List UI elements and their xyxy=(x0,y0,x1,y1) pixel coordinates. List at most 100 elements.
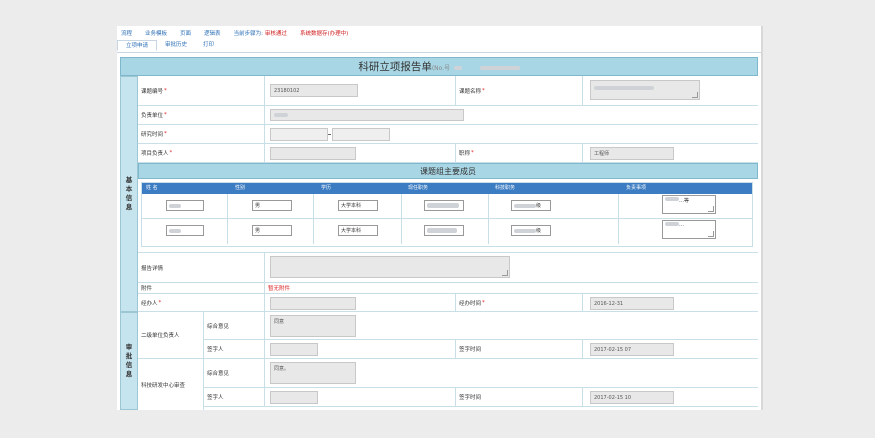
approval-group-1: 二级单位负责人 xyxy=(138,312,204,359)
unit-label: 负责单位 xyxy=(141,113,164,119)
nav-page[interactable]: 页面 xyxy=(180,29,191,37)
required-mark: * xyxy=(158,299,162,306)
member-education-input[interactable]: 大学本科 xyxy=(338,225,378,236)
project-no-label: 课题编号 xyxy=(141,88,164,95)
title-rank-input[interactable]: 工程师 xyxy=(590,147,674,160)
sign-time-2-input[interactable]: 2017-02-15 10 xyxy=(590,391,674,404)
member-task-textarea[interactable]: …等 xyxy=(662,195,716,214)
header-education: 学历 xyxy=(321,185,332,191)
leader-label: 项目负责人 xyxy=(141,151,169,157)
member-gender-input[interactable]: 男 xyxy=(252,225,292,236)
opinion-1-textarea[interactable]: 同意 xyxy=(270,315,356,337)
task-text: … xyxy=(679,222,684,228)
nav-logic-table[interactable]: 逻辑表 xyxy=(204,29,221,37)
period-end-input[interactable] xyxy=(332,128,390,141)
redacted-block xyxy=(514,203,536,208)
project-name-label: 课题名称 xyxy=(459,88,482,95)
member-education-input[interactable]: 大学本科 xyxy=(338,200,378,211)
opinion-label: 综合意见 xyxy=(207,371,230,377)
group2-label: 科技研发中心审查 xyxy=(141,382,186,389)
label-cell: 负责单位 * xyxy=(138,106,265,124)
report-detail-textarea[interactable] xyxy=(270,256,510,278)
form-title-bar: 科研立项报告单(No.号 xyxy=(120,57,758,76)
member-duty-input[interactable] xyxy=(424,225,464,236)
label-cell: 课题编号 * xyxy=(138,76,265,105)
label-cell: 签字人 xyxy=(204,340,265,358)
member-gender-input[interactable]: 男 xyxy=(252,200,292,211)
nav-current-step-label: 当前步骤为: xyxy=(233,31,263,37)
member-cell xyxy=(489,194,619,218)
redacted-block xyxy=(665,222,679,226)
approval-section-label: 审 批 信 息 xyxy=(120,312,138,410)
attachment-label: 附件 xyxy=(141,286,153,292)
row-opinion-1: 综合意见 同意 xyxy=(204,312,758,340)
label-cell: 签字时间 xyxy=(456,388,583,406)
label-cell: 综合意见 xyxy=(204,359,265,387)
sign-time-1-input[interactable]: 2017-02-15 07 xyxy=(590,343,674,356)
opinion-2-textarea[interactable]: 同意。 xyxy=(270,362,356,384)
redacted-block xyxy=(453,66,462,70)
handle-time-label: 经办时间 xyxy=(459,300,482,307)
page-scrollbar[interactable] xyxy=(761,26,763,410)
unit-input[interactable] xyxy=(270,109,464,121)
signer-label: 签字人 xyxy=(207,395,224,401)
section-char: 信 xyxy=(125,361,133,369)
nav-template[interactable]: 业务模板 xyxy=(145,29,167,37)
row-report-detail: 报告详情 xyxy=(138,253,758,283)
form-title: 科研立项报告单 xyxy=(358,61,432,73)
label-cell: 签字时间 xyxy=(456,340,583,358)
signer-1-input[interactable] xyxy=(270,343,318,356)
redacted-block xyxy=(479,66,520,70)
section-char: 息 xyxy=(125,370,133,378)
tab-bar: 立项申请 审批历史 打印 xyxy=(117,40,222,51)
tab-apply[interactable]: 立项申请 xyxy=(117,40,158,51)
attachment-value: 暂无附件 xyxy=(268,286,291,292)
required-mark: * xyxy=(471,150,474,156)
period-label: 研究时间 xyxy=(141,132,164,138)
tab-history[interactable]: 审批历史 xyxy=(157,40,195,51)
member-name-input[interactable] xyxy=(166,225,204,236)
member-duty-input[interactable] xyxy=(424,200,464,211)
group1-label: 二级单位负责人 xyxy=(141,333,180,339)
section-char: 基 xyxy=(125,176,133,184)
member-name-input[interactable] xyxy=(166,200,204,211)
member-task-textarea[interactable]: … xyxy=(662,220,716,239)
tab-print[interactable]: 打印 xyxy=(195,40,222,51)
member-tech-title-input[interactable]: 级 xyxy=(511,225,551,236)
handler-input[interactable] xyxy=(270,297,356,310)
title-rank-label: 职称 xyxy=(459,151,471,157)
handle-time-input[interactable]: 2016-12-31 xyxy=(590,297,674,310)
handler-label: 经办人 xyxy=(141,300,158,307)
basic-section-label: 基 本 信 息 xyxy=(120,76,138,312)
label-cell: 经办时间 * xyxy=(456,294,583,311)
required-mark: * xyxy=(164,131,167,137)
redacted-block xyxy=(514,228,536,233)
signer-2-input[interactable] xyxy=(270,391,318,404)
form-page: 流程 业务模板 页面 逻辑表 当前步骤为: 审核通过 系统数据存(办理中) 立项… xyxy=(117,26,761,410)
nav-flow[interactable]: 流程 xyxy=(121,29,132,37)
period-start-input[interactable] xyxy=(270,128,328,141)
resize-grip-icon xyxy=(692,92,698,98)
resize-grip-icon xyxy=(708,206,714,212)
redacted-block xyxy=(594,86,654,90)
project-no-input[interactable]: 23180102 xyxy=(270,84,358,97)
section-char: 审 xyxy=(125,343,133,351)
row-opinion-2: 综合意见 同意。 xyxy=(204,359,758,388)
tab-divider xyxy=(117,52,761,53)
header-duty: 现任职务 xyxy=(408,185,429,191)
header-gender: 性别 xyxy=(235,185,246,191)
section-char: 息 xyxy=(125,203,133,211)
sign-time-label: 签字时间 xyxy=(459,347,482,353)
leader-input[interactable] xyxy=(270,147,356,160)
label-cell: 附件 xyxy=(138,283,265,293)
sign-time-label: 签字时间 xyxy=(459,395,482,401)
member-tech-title-input[interactable]: 级 xyxy=(511,200,551,211)
task-text: …等 xyxy=(679,198,690,204)
redacted-block xyxy=(274,113,288,117)
value-cell: 暂无附件 xyxy=(265,283,758,293)
redacted-block xyxy=(665,197,679,201)
project-name-textarea[interactable] xyxy=(590,80,700,100)
members-header: 姓 名 性别 学历 现任职务 科技职务 负责事项 xyxy=(142,183,752,194)
nav-current-step: 审核通过 xyxy=(264,31,287,37)
required-mark: * xyxy=(482,87,485,94)
